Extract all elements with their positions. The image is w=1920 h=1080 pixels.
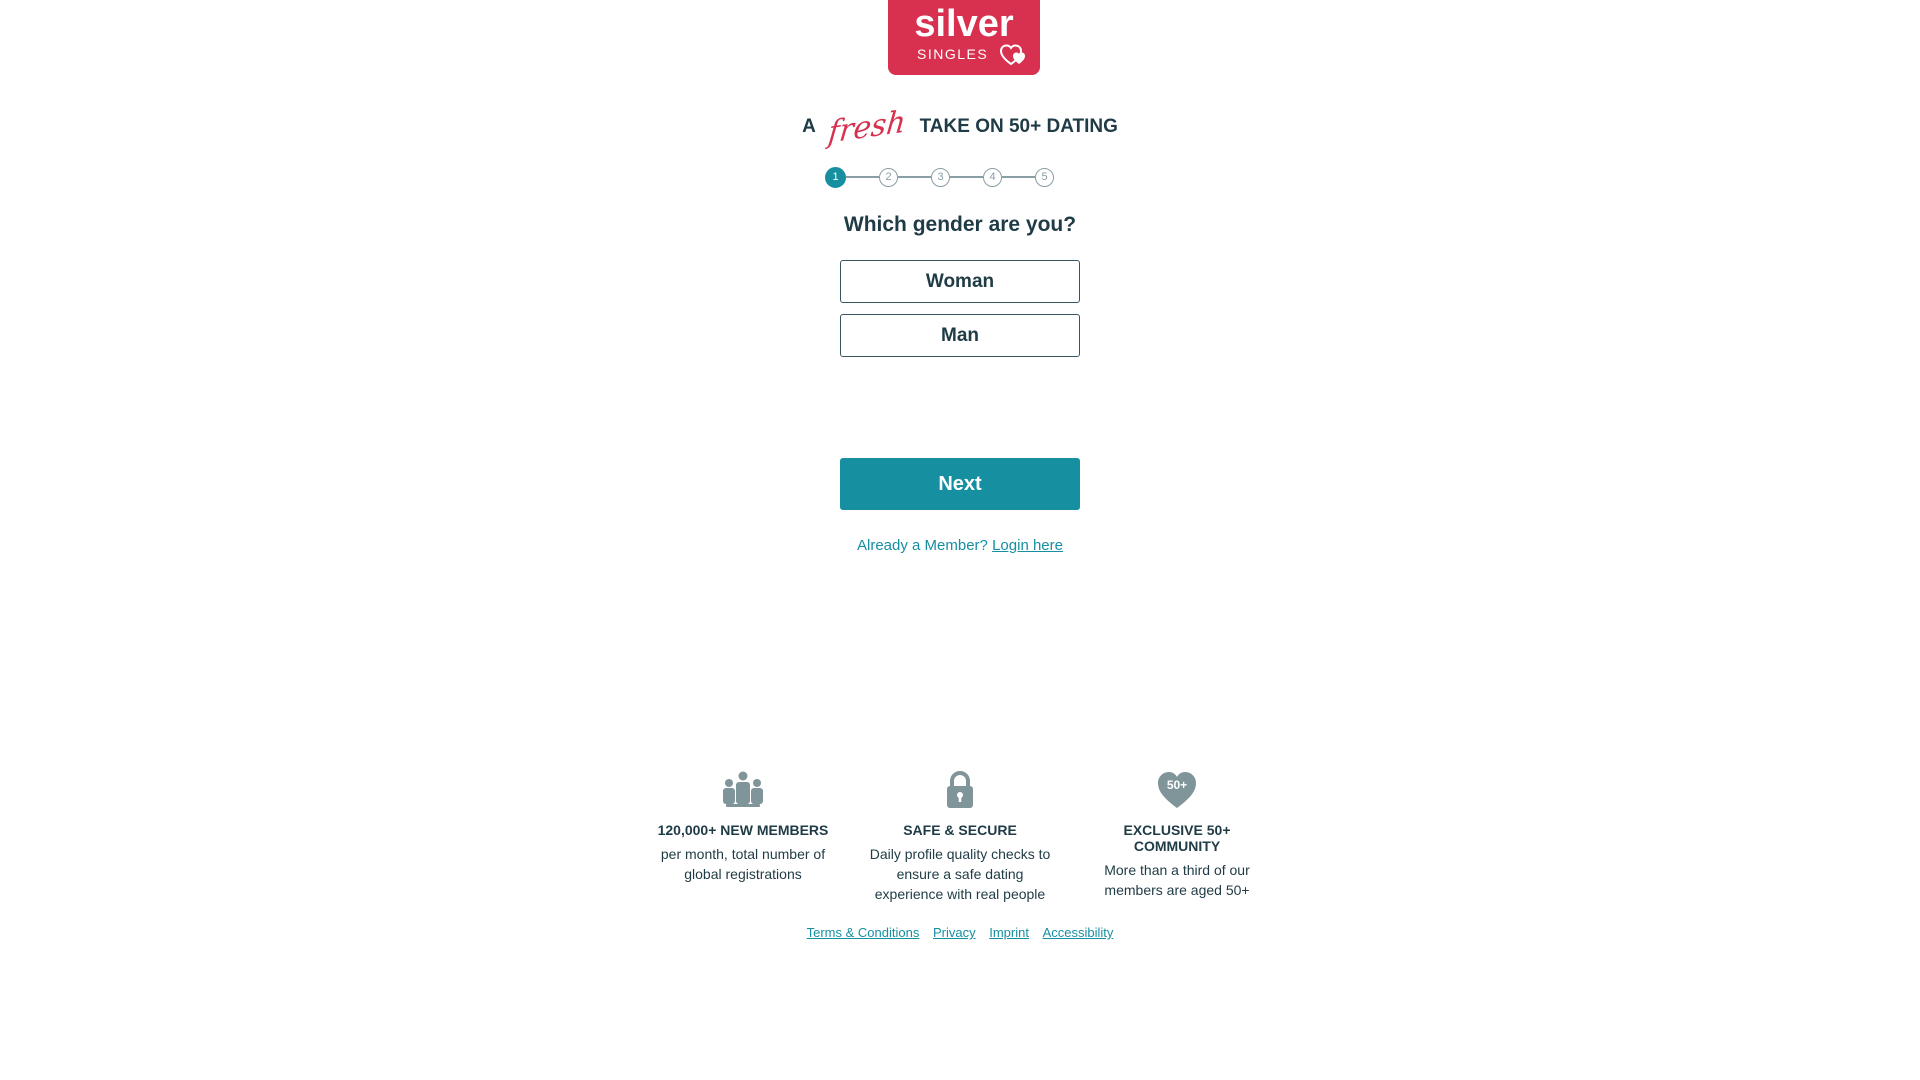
tagline-prefix: A: [802, 116, 816, 137]
people-icon: [723, 771, 763, 807]
step-4: 4: [983, 167, 1002, 187]
tagline-suffix: TAKE ON 50+ DATING: [919, 116, 1118, 137]
step-1: 1: [825, 166, 846, 188]
imprint-link[interactable]: Imprint: [989, 925, 1029, 940]
next-button[interactable]: Next: [840, 458, 1080, 510]
feature-safe-secure: SAFE & SECURE Daily profile quality chec…: [865, 770, 1055, 904]
feature-title: 120,000+ NEW MEMBERS: [657, 822, 829, 838]
terms-link[interactable]: Terms & Conditions: [807, 925, 920, 940]
tagline-accent: fresh: [826, 104, 908, 151]
privacy-link[interactable]: Privacy: [933, 925, 976, 940]
progress-stepper: 1 2 3 4 5: [825, 166, 1054, 188]
feature-title: EXCLUSIVE 50+ COMMUNITY: [1123, 822, 1231, 854]
tagline: A fresh TAKE ON 50+ DATING: [0, 104, 1920, 151]
member-prompt: Already a Member?: [857, 537, 988, 554]
already-member: Already a Member? Login here: [0, 536, 1920, 556]
footer-links: Terms & Conditions Privacy Imprint Acces…: [0, 924, 1920, 942]
step-connector: [846, 176, 879, 178]
heart-logo-icon: [1000, 44, 1025, 66]
heart-50-label: 50+: [1167, 778, 1187, 792]
lock-icon: [947, 771, 973, 808]
step-2: 2: [879, 167, 898, 187]
step-connector: [898, 176, 931, 178]
silver-singles-logo[interactable]: silver SINGLES: [888, 0, 1040, 75]
step-connector: [950, 176, 983, 178]
step-5: 5: [1035, 167, 1054, 187]
feature-title: SAFE & SECURE: [903, 822, 1017, 838]
step-3: 3: [931, 167, 950, 187]
accessibility-link[interactable]: Accessibility: [1043, 925, 1114, 940]
signup-page: silver SINGLES A fresh TAKE ON 50+ DATIN…: [0, 0, 1920, 1080]
feature-exclusive-community: 50+ EXCLUSIVE 50+ COMMUNITY More than a …: [1082, 770, 1272, 900]
logo-wordmark: silver: [914, 3, 1014, 45]
feature-description: More than a third of our members are age…: [1104, 862, 1250, 898]
step-connector: [1002, 176, 1035, 178]
feature-new-members: 120,000+ NEW MEMBERS per month, total nu…: [648, 770, 838, 884]
heart-50-icon: 50+: [1158, 772, 1196, 808]
question-heading: Which gender are you?: [843, 213, 1077, 236]
gender-option-woman[interactable]: Woman: [840, 260, 1080, 303]
logo-subtitle: SINGLES: [917, 46, 989, 62]
login-link[interactable]: Login here: [992, 537, 1063, 554]
feature-description: per month, total number of global regist…: [660, 846, 826, 882]
gender-option-man[interactable]: Man: [840, 314, 1080, 357]
feature-description: Daily profile quality checks to ensure a…: [869, 846, 1051, 902]
